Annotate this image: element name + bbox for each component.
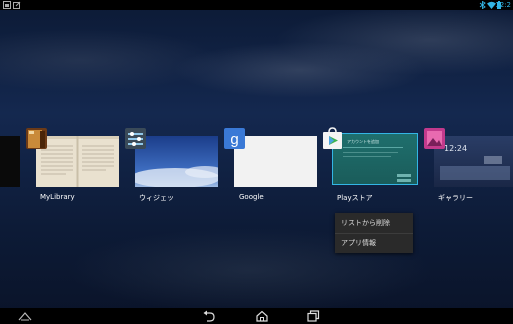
thumbnail-widget xyxy=(440,166,510,180)
mylibrary-books-icon xyxy=(26,128,47,149)
recent-app-label: Google xyxy=(239,193,264,201)
recent-app-card-google[interactable] xyxy=(234,136,317,187)
home-icon[interactable] xyxy=(255,310,269,322)
recent-app-label: Playストア xyxy=(337,194,373,202)
status-time: 12:2 xyxy=(495,1,511,9)
recent-app-label: MyLibrary xyxy=(40,193,75,201)
recent-app-card-partial[interactable] xyxy=(0,136,20,187)
status-bar: 12:2 xyxy=(0,0,513,10)
edit-notification-icon xyxy=(13,1,21,9)
recent-app-label: ギャラリー xyxy=(438,194,473,202)
widgets-thumbnail xyxy=(130,136,225,188)
back-icon[interactable] xyxy=(202,310,216,322)
gallery-icon xyxy=(424,128,445,149)
playstore-thumbnail: アカウントを追加 xyxy=(333,134,417,184)
recent-app-label: ウィジェッ xyxy=(139,194,174,202)
menu-item-remove-from-list[interactable]: リストから削除 xyxy=(335,213,413,233)
mylibrary-thumbnail xyxy=(36,136,119,187)
thumbnail-line xyxy=(343,156,391,157)
thumbnail-button xyxy=(397,174,411,177)
screenshot-notification-icon xyxy=(3,1,11,9)
svg-text:g: g xyxy=(230,131,238,148)
widgets-icon xyxy=(125,128,146,149)
play-store-icon xyxy=(323,127,342,149)
menu-item-app-info[interactable]: アプリ情報 xyxy=(335,233,413,253)
recent-apps-screen: 12:2 MyLibrary ウィジェッ g Google アカウントを追加 P… xyxy=(0,0,513,324)
google-g-icon: g xyxy=(224,128,245,149)
thumbnail-line xyxy=(343,152,398,153)
navigation-bar xyxy=(0,308,513,324)
context-menu: リストから削除 アプリ情報 xyxy=(335,213,413,253)
recent-app-card-mylibrary[interactable] xyxy=(36,136,119,187)
recent-app-card-playstore[interactable]: アカウントを追加 xyxy=(332,133,418,185)
google-thumbnail xyxy=(234,136,317,187)
asus-logo-icon[interactable] xyxy=(18,310,32,322)
recent-apps-icon[interactable] xyxy=(306,310,320,322)
recent-app-card-widgets[interactable] xyxy=(130,136,225,188)
thumbnail-divider xyxy=(343,147,403,148)
bluetooth-icon xyxy=(479,1,486,9)
thumbnail-clock: 12:24 xyxy=(444,144,468,153)
thumbnail-widget xyxy=(484,156,502,164)
thumbnail-button xyxy=(397,179,411,182)
thumbnail-text: アカウントを追加 xyxy=(347,139,379,144)
